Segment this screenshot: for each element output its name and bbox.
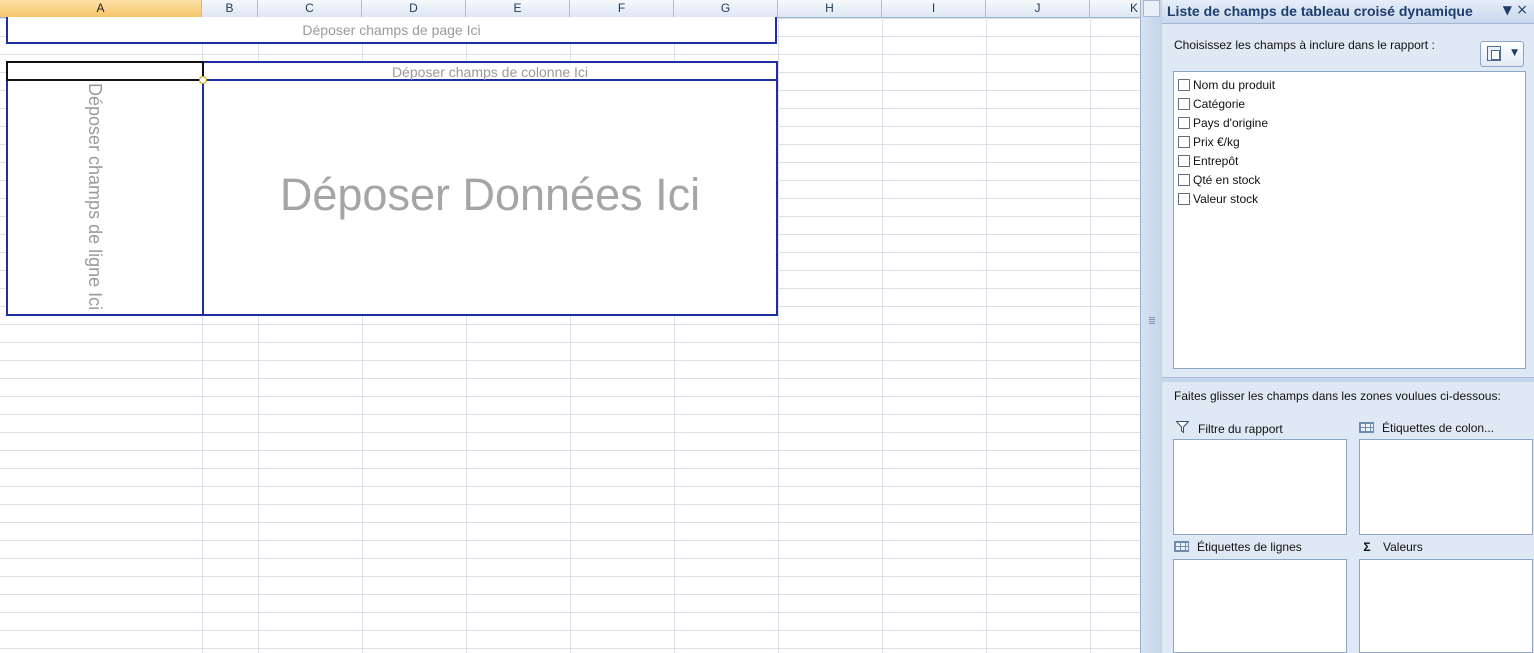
field-label: Catégorie (1193, 97, 1246, 111)
sigma-icon: Σ (1363, 540, 1371, 554)
field-label: Nom du produit (1193, 78, 1276, 92)
report-filter-area-label: Filtre du rapport (1174, 421, 1283, 436)
column-fields-drop-label: Déposer champs de colonne Ici (391, 64, 589, 80)
column-header-d[interactable]: D (362, 0, 466, 17)
column-header-f[interactable]: F (570, 0, 674, 17)
worksheet[interactable]: A B C D E F G H I J K Déposer champs de … (0, 0, 1140, 653)
column-headers: A B C D E F G H I J K (0, 0, 1140, 18)
row-fields-drop-zone[interactable]: Déposer champs de ligne Ici (6, 79, 204, 316)
report-filter-drop-area[interactable] (1173, 439, 1347, 535)
column-header-g[interactable]: G (674, 0, 778, 17)
split-box[interactable] (1143, 0, 1160, 17)
grid-line (778, 18, 779, 653)
column-header-k[interactable]: K (1090, 0, 1140, 17)
field-layout-icon (1487, 46, 1501, 61)
column-header-j[interactable]: J (986, 0, 1090, 17)
grid-line (882, 18, 883, 653)
page-fields-drop-zone[interactable]: Déposer champs de page Ici (6, 17, 777, 44)
column-labels-label: Étiquettes de colon... (1382, 421, 1495, 435)
panel-section-splitter[interactable] (1162, 377, 1534, 382)
grid-line (986, 18, 987, 653)
pivot-field-list-panel: Liste de champs de tableau croisé dynami… (1162, 0, 1534, 653)
values-label: Valeurs (1383, 540, 1423, 554)
field-label: Entrepôt (1193, 154, 1239, 168)
checkbox[interactable] (1178, 174, 1190, 186)
values-drop-area[interactable] (1359, 559, 1533, 653)
column-labels-drop-area[interactable] (1359, 439, 1533, 535)
active-cell-a4[interactable] (6, 61, 207, 84)
panel-splitter[interactable]: ═ ═ (1140, 0, 1162, 653)
column-header-b[interactable]: B (202, 0, 258, 17)
column-header-c[interactable]: C (258, 0, 362, 17)
field-item-prix-kg[interactable]: Prix €/kg (1174, 133, 1525, 152)
checkbox[interactable] (1178, 117, 1190, 129)
row-labels-label: Étiquettes de lignes (1197, 540, 1302, 554)
row-fields-drop-label: Déposer champs de ligne Ici (85, 83, 105, 311)
column-header-i[interactable]: I (882, 0, 986, 17)
row-labels-drop-area[interactable] (1173, 559, 1347, 653)
close-icon[interactable]: × (1516, 2, 1528, 18)
checkbox[interactable] (1178, 193, 1190, 205)
page-fields-drop-label: Déposer champs de page Ici (302, 22, 481, 38)
field-label: Prix €/kg (1193, 135, 1240, 149)
field-label: Valeur stock (1193, 192, 1259, 206)
data-drop-label: Déposer Données Ici (279, 169, 701, 220)
checkbox[interactable] (1178, 155, 1190, 167)
choose-fields-label: Choisissez les champs à inclure dans le … (1174, 38, 1435, 52)
report-filter-label: Filtre du rapport (1198, 422, 1283, 436)
field-label: Pays d'origine (1193, 116, 1268, 130)
field-item-pays-origine[interactable]: Pays d'origine (1174, 114, 1525, 133)
panel-title-bar[interactable]: Liste de champs de tableau croisé dynami… (1162, 0, 1534, 24)
drag-fields-label: Faites glisser les champs dans les zones… (1174, 389, 1501, 403)
checkbox[interactable] (1178, 98, 1190, 110)
field-list: Nom du produit Catégorie Pays d'origine … (1173, 71, 1526, 369)
splitter-grip-icon: ═ ═ (1148, 314, 1156, 329)
column-header-e[interactable]: E (466, 0, 570, 17)
field-label: Qté en stock (1193, 173, 1261, 187)
grid-icon (1359, 422, 1374, 433)
field-item-entrepot[interactable]: Entrepôt (1174, 152, 1525, 171)
chevron-down-icon: ▼ (1511, 48, 1518, 58)
column-header-h[interactable]: H (778, 0, 882, 17)
checkbox[interactable] (1178, 79, 1190, 91)
column-labels-area-label: Étiquettes de colon... (1359, 421, 1494, 435)
field-item-valeur-stock[interactable]: Valeur stock (1174, 190, 1525, 209)
grid-line (1090, 18, 1091, 653)
data-drop-zone[interactable]: Déposer Données Ici (202, 79, 778, 316)
field-item-categorie[interactable]: Catégorie (1174, 95, 1525, 114)
column-header-a[interactable]: A (0, 0, 202, 17)
column-fields-drop-zone[interactable]: Déposer champs de colonne Ici (202, 61, 778, 81)
filter-icon (1174, 421, 1190, 436)
checkbox[interactable] (1178, 136, 1190, 148)
field-item-qte-en-stock[interactable]: Qté en stock (1174, 171, 1525, 190)
chevron-down-icon[interactable]: ▼ (1503, 3, 1512, 17)
field-item-nom-du-produit[interactable]: Nom du produit (1174, 76, 1525, 95)
panel-title: Liste de champs de tableau croisé dynami… (1167, 3, 1473, 19)
grid-icon (1174, 541, 1189, 552)
values-area-label: Σ Valeurs (1359, 540, 1423, 554)
row-labels-area-label: Étiquettes de lignes (1174, 540, 1302, 554)
field-layout-button[interactable]: ▼ (1480, 41, 1524, 67)
